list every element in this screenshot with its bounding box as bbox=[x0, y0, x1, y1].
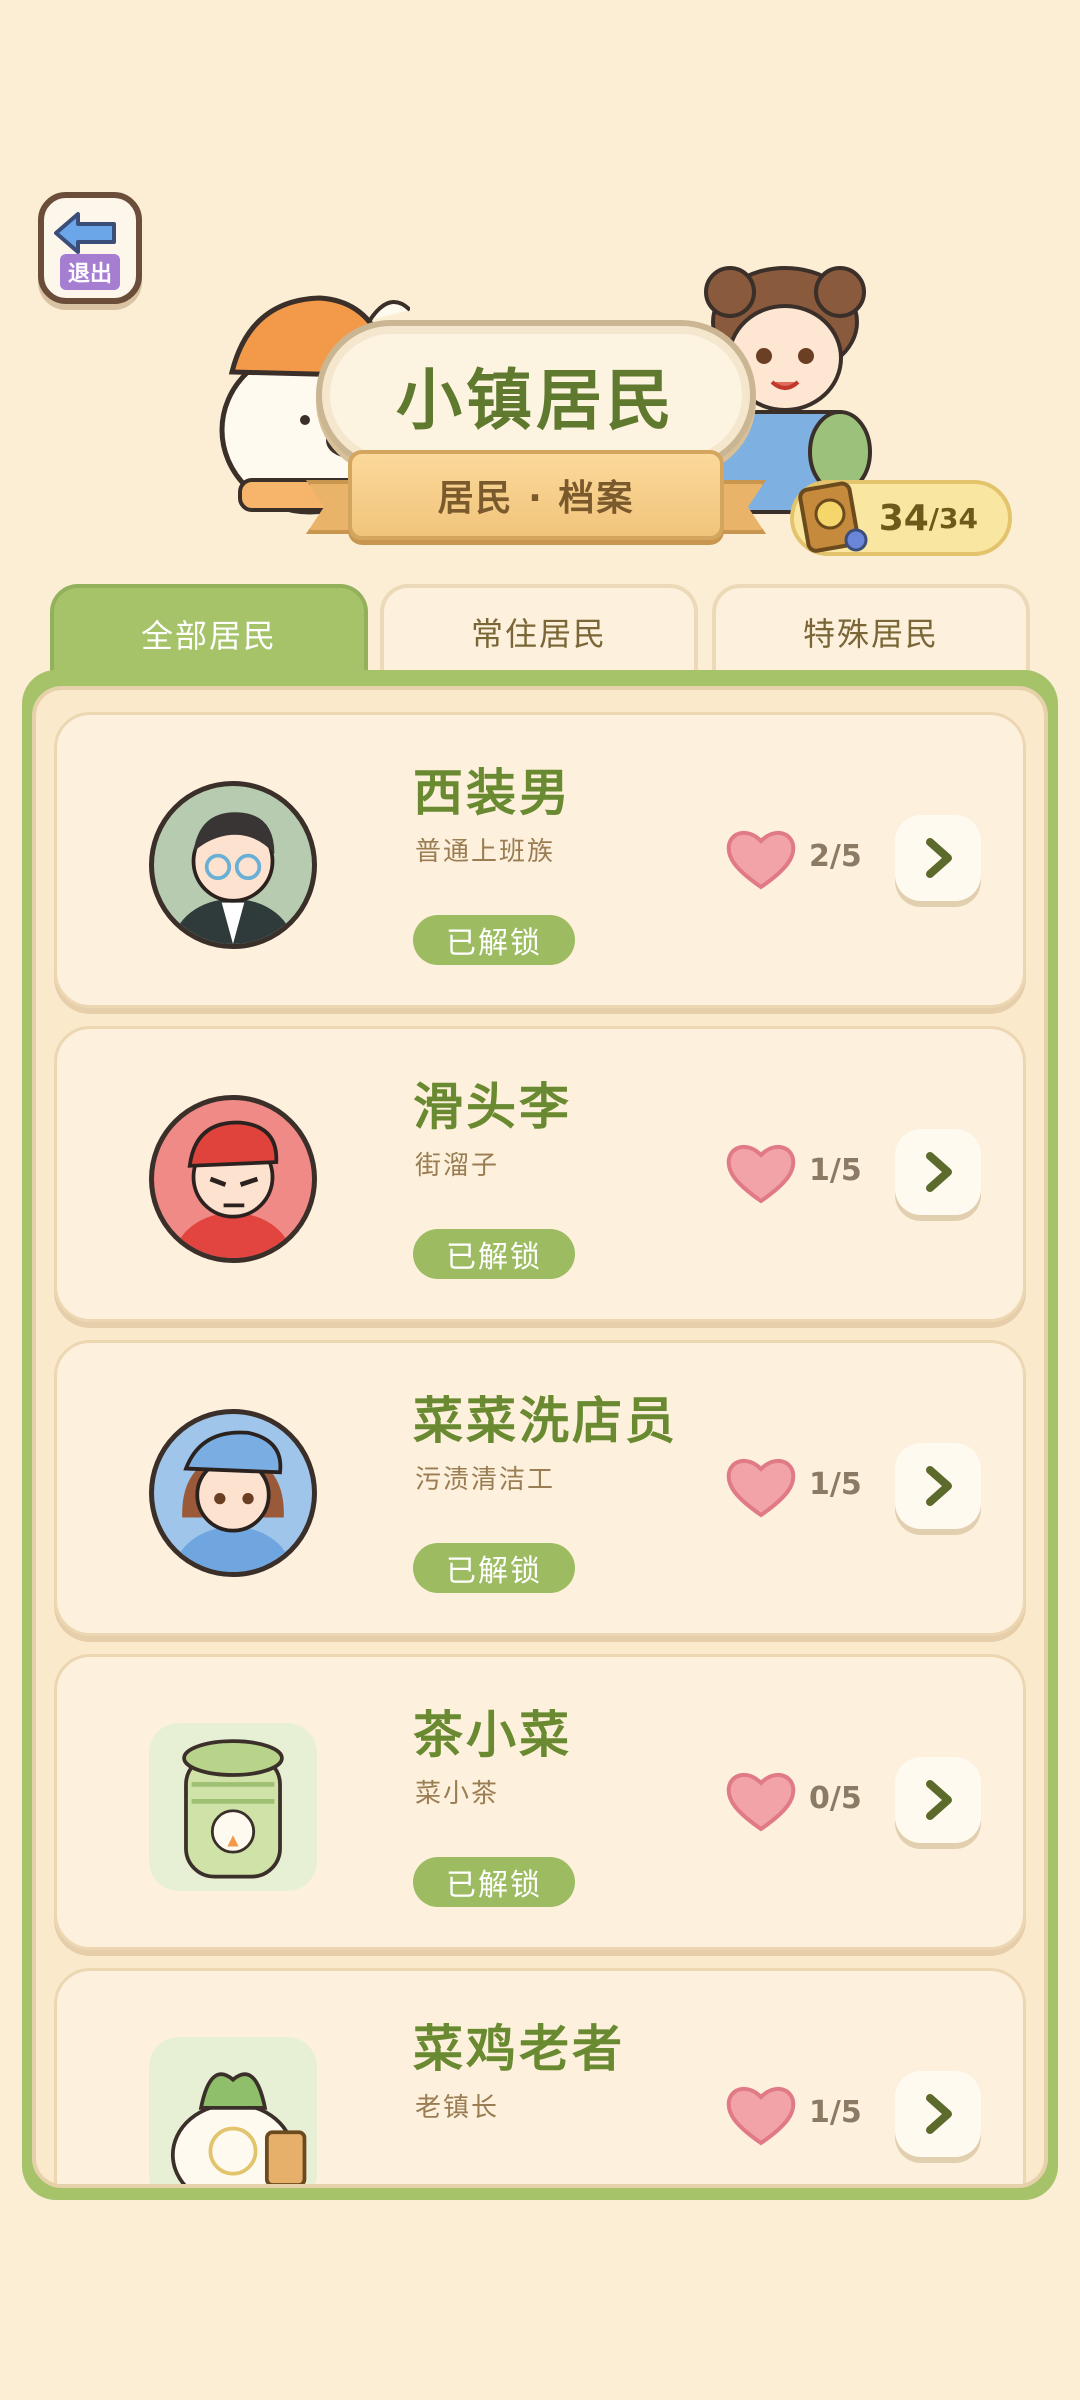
resident-card[interactable]: 菜鸡老者 老镇长 1/5 bbox=[54, 1968, 1026, 2184]
unlock-status-badge: 已解锁 bbox=[413, 1229, 575, 1279]
heart-icon bbox=[726, 1144, 796, 1204]
resident-role: 普通上班族 bbox=[415, 837, 556, 867]
resident-role: 老镇长 bbox=[415, 2093, 500, 2123]
resident-role: 菜小茶 bbox=[415, 1779, 500, 1809]
page-subtitle: 居民 · 档案 bbox=[437, 478, 635, 519]
resident-counter: 34 /34 bbox=[790, 480, 1012, 556]
resident-card[interactable]: 茶小菜 菜小茶 已解锁 0/5 bbox=[54, 1654, 1026, 1950]
affinity-value: 2/5 bbox=[809, 839, 862, 874]
resident-list-panel: 西装男 普通上班族 已解锁 2/5 滑头李 街溜子 已解锁 1/5 菜菜洗店员 … bbox=[22, 670, 1058, 2200]
resident-card[interactable]: 滑头李 街溜子 已解锁 1/5 bbox=[54, 1026, 1026, 1322]
affinity-value: 1/5 bbox=[809, 1153, 862, 1188]
resident-avatar bbox=[149, 2037, 317, 2184]
resident-avatar bbox=[149, 1409, 317, 1577]
tab-resident-special[interactable]: 特殊居民 bbox=[712, 584, 1030, 676]
heart-icon bbox=[726, 1772, 796, 1832]
title-plate: 小镇居民 bbox=[316, 320, 756, 470]
resident-role: 街溜子 bbox=[415, 1151, 500, 1181]
chevron-right-icon bbox=[926, 838, 952, 878]
unlock-status-badge: 已解锁 bbox=[413, 1857, 575, 1907]
heart-icon bbox=[726, 1458, 796, 1518]
unlock-status-badge: 已解锁 bbox=[413, 1543, 575, 1593]
affinity-value: 1/5 bbox=[809, 1467, 862, 1502]
view-resident-button[interactable] bbox=[895, 815, 981, 901]
count-total: /34 bbox=[928, 501, 978, 535]
resident-role: 污渍清洁工 bbox=[415, 1465, 556, 1495]
resident-tabs: 全部居民 常住居民 特殊居民 bbox=[50, 584, 1030, 680]
resident-name: 滑头李 bbox=[413, 1078, 572, 1136]
resident-name: 菜菜洗店员 bbox=[413, 1392, 678, 1450]
tab-all-residents[interactable]: 全部居民 bbox=[50, 584, 368, 680]
tab-resident-regular[interactable]: 常住居民 bbox=[380, 584, 698, 676]
view-resident-button[interactable] bbox=[895, 1757, 981, 1843]
affinity-value: 0/5 bbox=[809, 1781, 862, 1816]
resident-avatar bbox=[149, 781, 317, 949]
resident-card[interactable]: 菜菜洗店员 污渍清洁工 已解锁 1/5 bbox=[54, 1340, 1026, 1636]
page-title: 小镇居民 bbox=[396, 362, 676, 439]
resident-name: 菜鸡老者 bbox=[413, 2020, 625, 2078]
chevron-right-icon bbox=[926, 1152, 952, 1192]
chevron-right-icon bbox=[926, 1780, 952, 1820]
subtitle-ribbon: 居民 · 档案 bbox=[348, 450, 724, 540]
header: 小镇居民 居民 · 档案 34 /34 bbox=[0, 250, 1080, 590]
unlock-status-badge: 已解锁 bbox=[413, 915, 575, 965]
chevron-right-icon bbox=[926, 2094, 952, 2134]
view-resident-button[interactable] bbox=[895, 1129, 981, 1215]
affinity-value: 1/5 bbox=[809, 2095, 862, 2130]
chevron-right-icon bbox=[926, 1466, 952, 1506]
resident-avatar bbox=[149, 1723, 317, 1891]
heart-icon bbox=[726, 830, 796, 890]
resident-card[interactable]: 西装男 普通上班族 已解锁 2/5 bbox=[54, 712, 1026, 1008]
trophy-badge-icon bbox=[798, 481, 868, 553]
view-resident-button[interactable] bbox=[895, 2071, 981, 2157]
resident-name: 西装男 bbox=[413, 764, 572, 822]
count-collected: 34 bbox=[878, 497, 929, 539]
resident-avatar bbox=[149, 1095, 317, 1263]
view-resident-button[interactable] bbox=[895, 1443, 981, 1529]
heart-icon bbox=[726, 2086, 796, 2146]
resident-name: 茶小菜 bbox=[413, 1706, 572, 1764]
resident-list[interactable]: 西装男 普通上班族 已解锁 2/5 滑头李 街溜子 已解锁 1/5 菜菜洗店员 … bbox=[32, 686, 1048, 2188]
